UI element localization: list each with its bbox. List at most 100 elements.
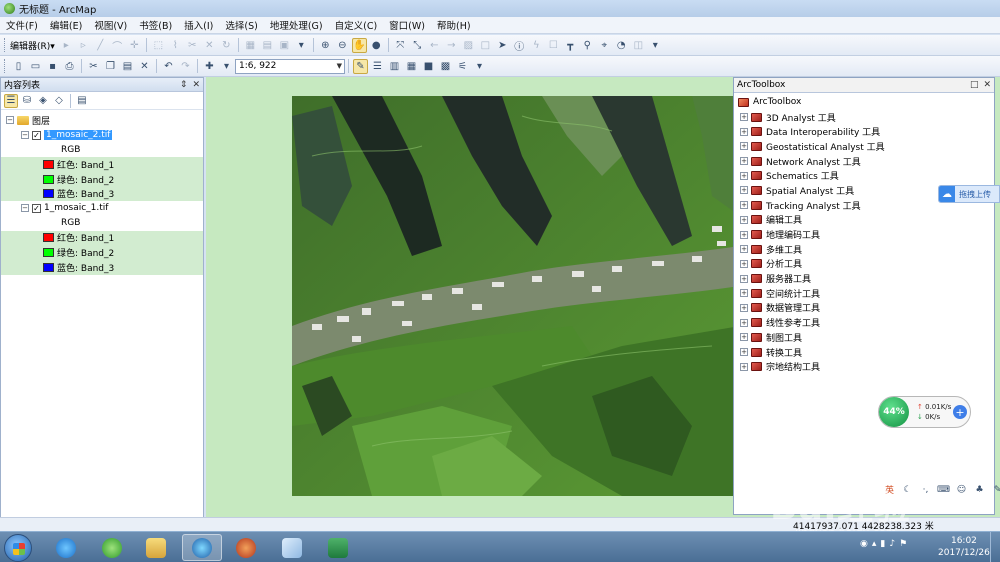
layer-name[interactable]: 1_mosaic_2.tif bbox=[44, 130, 113, 141]
list-by-visibility-icon[interactable]: ◈ bbox=[36, 94, 50, 108]
menu-windows[interactable]: 窗口(W) bbox=[389, 18, 425, 32]
zoom-out-icon[interactable]: ⊖ bbox=[335, 38, 350, 53]
pan-icon[interactable]: ✋ bbox=[351, 37, 367, 53]
toolbox-item[interactable]: + 空间统计工具 bbox=[734, 286, 994, 301]
menu-selection[interactable]: 选择(S) bbox=[225, 18, 257, 32]
list-by-selection-icon[interactable]: ◇ bbox=[52, 94, 66, 108]
expand-icon[interactable]: + bbox=[740, 259, 748, 268]
network-tray-icon[interactable]: ▮ bbox=[880, 539, 885, 549]
qq-tray-icon[interactable]: ◉ bbox=[860, 539, 868, 549]
edit-vertices-icon[interactable]: ⬚ bbox=[151, 38, 166, 53]
copy-icon[interactable]: ❐ bbox=[103, 59, 118, 74]
toolbox-item[interactable]: + 分析工具 bbox=[734, 257, 994, 272]
expand-icon[interactable]: + bbox=[740, 333, 748, 342]
expand-icon[interactable]: + bbox=[740, 318, 748, 327]
tools-options-icon[interactable]: ▾ bbox=[648, 38, 663, 53]
menu-customize[interactable]: 自定义(C) bbox=[335, 18, 378, 32]
toolbox-item[interactable]: + 编辑工具 bbox=[734, 213, 994, 228]
cut-polygon-icon[interactable]: ✂ bbox=[185, 38, 200, 53]
edit-annotation-icon[interactable]: ▹ bbox=[76, 38, 91, 53]
close-icon[interactable]: ✕ bbox=[192, 80, 200, 90]
split-icon[interactable]: ✕ bbox=[202, 38, 217, 53]
menu-bookmarks[interactable]: 书签(B) bbox=[139, 18, 172, 32]
taskbar-arcmap[interactable] bbox=[182, 534, 222, 561]
reshape-icon[interactable]: ⌇ bbox=[168, 38, 183, 53]
taskbar-clock[interactable]: 16:02 2017/12/26 bbox=[938, 535, 990, 559]
layer-item[interactable]: − ✓ 1_mosaic_1.tif bbox=[1, 201, 203, 216]
expand-icon[interactable]: + bbox=[740, 230, 748, 239]
toc-options-icon[interactable]: ▤ bbox=[75, 94, 89, 108]
toolbar-options-icon[interactable]: ▾ bbox=[472, 59, 487, 74]
taskbar-ie[interactable] bbox=[46, 534, 86, 561]
expand-icon[interactable]: + bbox=[740, 142, 748, 151]
editor-menu-button[interactable]: 编辑器(R)▾ bbox=[10, 39, 55, 52]
layer-visibility-checkbox[interactable]: ✓ bbox=[32, 203, 41, 213]
toolbox-item[interactable]: + 服务器工具 bbox=[734, 271, 994, 286]
toolbox-item[interactable]: + 线性参考工具 bbox=[734, 315, 994, 330]
tray-chevron-icon[interactable]: ▴ bbox=[872, 539, 877, 549]
html-popup-icon[interactable]: ☐ bbox=[546, 38, 561, 53]
select-elements-icon[interactable]: ➤ bbox=[495, 38, 510, 53]
menu-help[interactable]: 帮助(H) bbox=[437, 18, 471, 32]
time-slider-icon[interactable]: ◔ bbox=[614, 38, 629, 53]
pin-icon[interactable]: ⇕ bbox=[180, 80, 188, 90]
expand-icon[interactable]: + bbox=[740, 289, 748, 298]
toolbox-item[interactable]: + 数据管理工具 bbox=[734, 301, 994, 316]
forward-icon[interactable]: → bbox=[444, 38, 459, 53]
cut-icon[interactable]: ✂ bbox=[86, 59, 101, 74]
toolbox-item[interactable]: + Network Analyst 工具 bbox=[734, 154, 994, 169]
go-to-xy-icon[interactable]: ⌖ bbox=[597, 38, 612, 53]
toolbox-item[interactable]: + Geostatistical Analyst 工具 bbox=[734, 139, 994, 154]
expand-icon[interactable]: + bbox=[740, 245, 748, 254]
list-by-drawing-order-icon[interactable]: ☰ bbox=[4, 93, 18, 108]
keyboard-icon[interactable]: ⌨ bbox=[937, 483, 950, 496]
toolbox-item[interactable]: + 宗地结构工具 bbox=[734, 359, 994, 374]
skin-icon[interactable]: ♣ bbox=[973, 483, 986, 496]
list-by-source-icon[interactable]: ⛁ bbox=[20, 94, 34, 108]
sketch-properties-icon[interactable]: ▤ bbox=[260, 38, 275, 53]
toolbox-item[interactable]: + 多维工具 bbox=[734, 242, 994, 257]
arctoolbox-icon[interactable]: ■ bbox=[421, 59, 436, 74]
select-features-icon[interactable]: ▨ bbox=[461, 38, 476, 53]
sogou-ime-icon[interactable]: 英 bbox=[883, 483, 896, 496]
editor-toolbar-icon[interactable]: ✎ bbox=[353, 58, 368, 74]
start-button[interactable] bbox=[4, 534, 32, 562]
delete-icon[interactable]: ✕ bbox=[137, 59, 152, 74]
measure-icon[interactable]: ┳ bbox=[563, 38, 578, 53]
add-data-icon[interactable]: ✚ bbox=[202, 59, 217, 74]
menu-file[interactable]: 文件(F) bbox=[6, 18, 38, 32]
toolbox-item[interactable]: + 转换工具 bbox=[734, 345, 994, 360]
straight-segment-icon[interactable]: ╱ bbox=[93, 38, 108, 53]
toolbar-grip[interactable] bbox=[4, 38, 7, 52]
menu-view[interactable]: 视图(V) bbox=[94, 18, 127, 32]
volume-tray-icon[interactable]: ♪ bbox=[889, 539, 895, 549]
arc-segment-icon[interactable]: ⌒ bbox=[110, 38, 125, 53]
new-document-icon[interactable]: ▯ bbox=[11, 59, 26, 74]
expand-icon[interactable]: + bbox=[740, 348, 748, 357]
layers-root[interactable]: − 图层 bbox=[1, 113, 203, 128]
expand-icon[interactable]: + bbox=[740, 127, 748, 136]
map-scale-combobox[interactable]: 1:6, 922 ▼ bbox=[235, 58, 345, 74]
toolbox-item[interactable]: + 制图工具 bbox=[734, 330, 994, 345]
menu-geoprocessing[interactable]: 地理处理(G) bbox=[270, 18, 323, 32]
search-window-icon[interactable]: ▦ bbox=[404, 59, 419, 74]
print-icon[interactable]: ⎙ bbox=[62, 59, 77, 74]
toolbar-grip[interactable] bbox=[4, 59, 7, 73]
plus-icon[interactable]: + bbox=[953, 405, 967, 419]
create-viewer-icon[interactable]: ◫ bbox=[631, 38, 646, 53]
find-icon[interactable]: ⚲ bbox=[580, 38, 595, 53]
toolbox-item[interactable]: + Data Interoperability 工具 bbox=[734, 124, 994, 139]
toolbox-item[interactable]: +3D Analyst 工具 bbox=[734, 110, 994, 125]
toolbox-root[interactable]: ArcToolbox bbox=[734, 95, 994, 110]
cloud-upload-button[interactable]: ☁ 拖拽上传 bbox=[938, 185, 1000, 203]
expand-icon[interactable]: + bbox=[740, 157, 748, 166]
satellite-raster-image[interactable] bbox=[292, 96, 740, 496]
toolbar-options-icon[interactable]: ▾ bbox=[294, 38, 309, 53]
create-features-icon[interactable]: ▣ bbox=[277, 38, 292, 53]
redo-icon[interactable]: ↷ bbox=[178, 59, 193, 74]
collapse-icon[interactable]: − bbox=[6, 116, 14, 125]
user-icon[interactable]: ☺ bbox=[955, 483, 968, 496]
menu-edit[interactable]: 编辑(E) bbox=[50, 18, 82, 32]
float-window-icon[interactable]: □ bbox=[970, 80, 979, 90]
expand-icon[interactable]: + bbox=[740, 201, 748, 210]
